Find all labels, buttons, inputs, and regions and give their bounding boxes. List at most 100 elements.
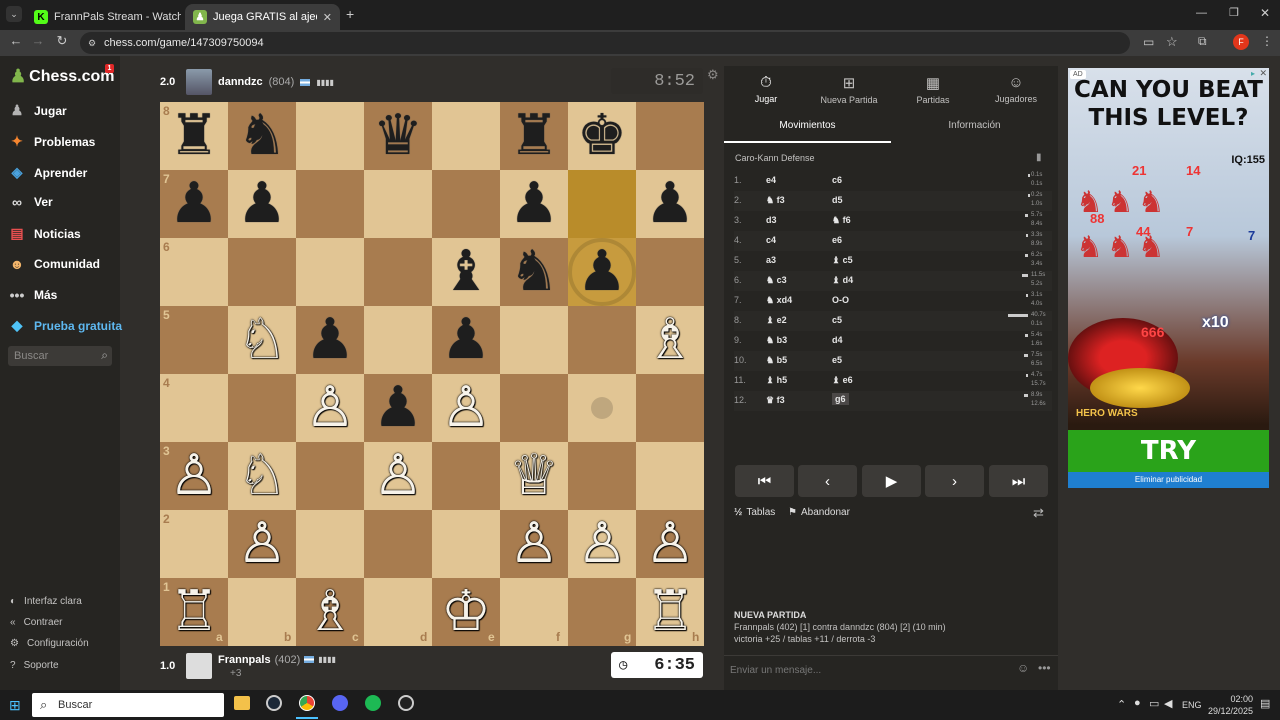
black-move[interactable]: e6 [832, 235, 842, 245]
black-piece-b7[interactable]: ♟ [228, 170, 296, 238]
cast-icon[interactable]: ▭ [1143, 35, 1154, 49]
windows-start-icon[interactable]: ⊞ [9, 697, 21, 714]
draw-button[interactable]: ½ Tablas [734, 507, 775, 518]
white-move[interactable]: e4 [766, 175, 776, 185]
square-a4[interactable] [160, 374, 228, 442]
white-piece-f3[interactable]: ♕ [500, 442, 568, 510]
sidebar-item-comunidad[interactable]: ☻ Comunidad [8, 256, 100, 272]
square-c7[interactable] [296, 170, 364, 238]
white-piece-c1[interactable]: ♗ [296, 578, 364, 646]
avatar[interactable] [186, 69, 212, 95]
black-move[interactable]: c6 [832, 175, 842, 185]
white-piece-b3[interactable]: ♘ [228, 442, 296, 510]
white-piece-e1[interactable]: ♔ [432, 578, 500, 646]
square-c6[interactable] [296, 238, 364, 306]
tab-chess[interactable]: ♟ Juega GRATIS al ajedrez online ✕ [185, 4, 340, 30]
square-h8[interactable] [636, 102, 704, 170]
square-e3[interactable] [432, 442, 500, 510]
square-a5[interactable] [160, 306, 228, 374]
white-move[interactable]: d3 [766, 215, 777, 225]
black-move[interactable]: e5 [832, 355, 842, 365]
white-piece-a3[interactable]: ♙ [160, 442, 228, 510]
white-move[interactable]: ♝ h5 [766, 375, 787, 386]
tab-jugadores[interactable]: ☺ Jugadores [976, 74, 1056, 104]
square-b4[interactable] [228, 374, 296, 442]
sidebar-item-mas[interactable]: ••• Más [8, 287, 58, 303]
top-player-name[interactable]: danndzc [218, 76, 263, 88]
square-d7[interactable] [364, 170, 432, 238]
white-piece-h1[interactable]: ♖ [636, 578, 704, 646]
sidebar-item-jugar[interactable]: ♟ Jugar [8, 102, 67, 119]
black-piece-a7[interactable]: ♟ [160, 170, 228, 238]
square-a6[interactable] [160, 238, 228, 306]
ad-banner[interactable]: AD ▸ ✕ CAN YOU BEAT THIS LEVEL? IQ:155 2… [1068, 68, 1269, 488]
url-field[interactable]: ⚙ chess.com/game/147309750094 [80, 32, 1130, 54]
forward-arrow-icon[interactable]: → [28, 33, 48, 48]
tray-chevron-icon[interactable]: ⌃ [1117, 698, 1126, 711]
extensions-icon[interactable]: ⧉ [1198, 34, 1207, 49]
white-piece-d3[interactable]: ♙ [364, 442, 432, 510]
white-piece-f2[interactable]: ♙ [500, 510, 568, 578]
white-move[interactable]: ♞ xd4 [766, 295, 792, 306]
bottom-player-name[interactable]: Frannpals [218, 654, 271, 666]
close-window-button[interactable]: ✕ [1260, 6, 1270, 20]
white-move[interactable]: ♞ c3 [766, 275, 787, 286]
square-e2[interactable] [432, 510, 500, 578]
square-f5[interactable] [500, 306, 568, 374]
white-move[interactable]: ♛ f3 [766, 395, 785, 406]
black-piece-g8[interactable]: ♚ [568, 102, 636, 170]
square-d6[interactable] [364, 238, 432, 306]
last-move-button[interactable]: ⏭ [989, 465, 1048, 497]
white-piece-b5[interactable]: ♘ [228, 306, 296, 374]
minimize-button[interactable]: — [1196, 7, 1207, 19]
square-a2[interactable] [160, 510, 228, 578]
black-move[interactable]: ♝ d4 [832, 275, 853, 286]
network-icon[interactable]: ▭ [1149, 697, 1159, 710]
chat-input[interactable]: Enviar un mensaje... [730, 665, 821, 676]
obs-icon[interactable] [398, 695, 414, 711]
square-g5[interactable] [568, 306, 636, 374]
sidebar-item-prueba[interactable]: ◆ Prueba gratuita [8, 317, 122, 334]
white-move[interactable]: ♞ f3 [766, 195, 785, 206]
chesscom-logo[interactable]: ♟ Chess.com 1 [10, 64, 115, 87]
black-move[interactable]: g6 [832, 393, 849, 405]
microphone-icon[interactable]: ● [1134, 697, 1141, 709]
move-hint-dot[interactable] [591, 397, 613, 419]
black-piece-f6[interactable]: ♞ [500, 238, 568, 306]
taskbar-search[interactable]: ⌕ Buscar [32, 693, 224, 717]
clock-date[interactable]: 29/12/2025 [1198, 706, 1253, 716]
square-g7[interactable] [568, 170, 636, 238]
discord-icon[interactable] [332, 695, 348, 711]
square-f4[interactable] [500, 374, 568, 442]
notification-badge[interactable]: 1 [105, 64, 114, 73]
back-arrow-icon[interactable]: ← [6, 33, 26, 48]
reload-icon[interactable]: ↻ [52, 33, 72, 49]
book-icon[interactable]: ▮ [1036, 152, 1042, 163]
tab-list-button[interactable]: ⌄ [6, 6, 22, 22]
white-piece-b2[interactable]: ♙ [228, 510, 296, 578]
square-d2[interactable] [364, 510, 432, 578]
black-piece-d4[interactable]: ♟ [364, 374, 432, 442]
sidebar-item-problemas[interactable]: ✦ Problemas [8, 133, 95, 150]
spotify-icon[interactable] [365, 695, 381, 711]
black-piece-g6[interactable]: ♟ [568, 238, 636, 306]
white-move[interactable]: ♞ b5 [766, 355, 787, 366]
search-input[interactable]: Buscar ⌕ [8, 346, 112, 366]
black-piece-a8[interactable]: ♜ [160, 102, 228, 170]
square-h3[interactable] [636, 442, 704, 510]
tab-frannpals[interactable]: K FrannPals Stream - Watch Live o ✕ [26, 4, 181, 30]
white-piece-h2[interactable]: ♙ [636, 510, 704, 578]
white-move[interactable]: a3 [766, 255, 776, 265]
black-piece-c5[interactable]: ♟ [296, 306, 364, 374]
black-move[interactable]: c5 [832, 315, 842, 325]
chat-more-icon[interactable]: ••• [1038, 661, 1051, 675]
file-explorer-icon[interactable] [234, 696, 250, 710]
white-piece-g2[interactable]: ♙ [568, 510, 636, 578]
sidebar-item-aprender[interactable]: ◈ Aprender [8, 164, 88, 181]
black-piece-h7[interactable]: ♟ [636, 170, 704, 238]
black-piece-f8[interactable]: ♜ [500, 102, 568, 170]
tab-partidas[interactable]: ▦ Partidas [893, 74, 973, 105]
black-move[interactable]: d5 [832, 195, 843, 205]
black-piece-e5[interactable]: ♟ [432, 306, 500, 374]
site-info-icon[interactable]: ⚙ [88, 38, 96, 49]
